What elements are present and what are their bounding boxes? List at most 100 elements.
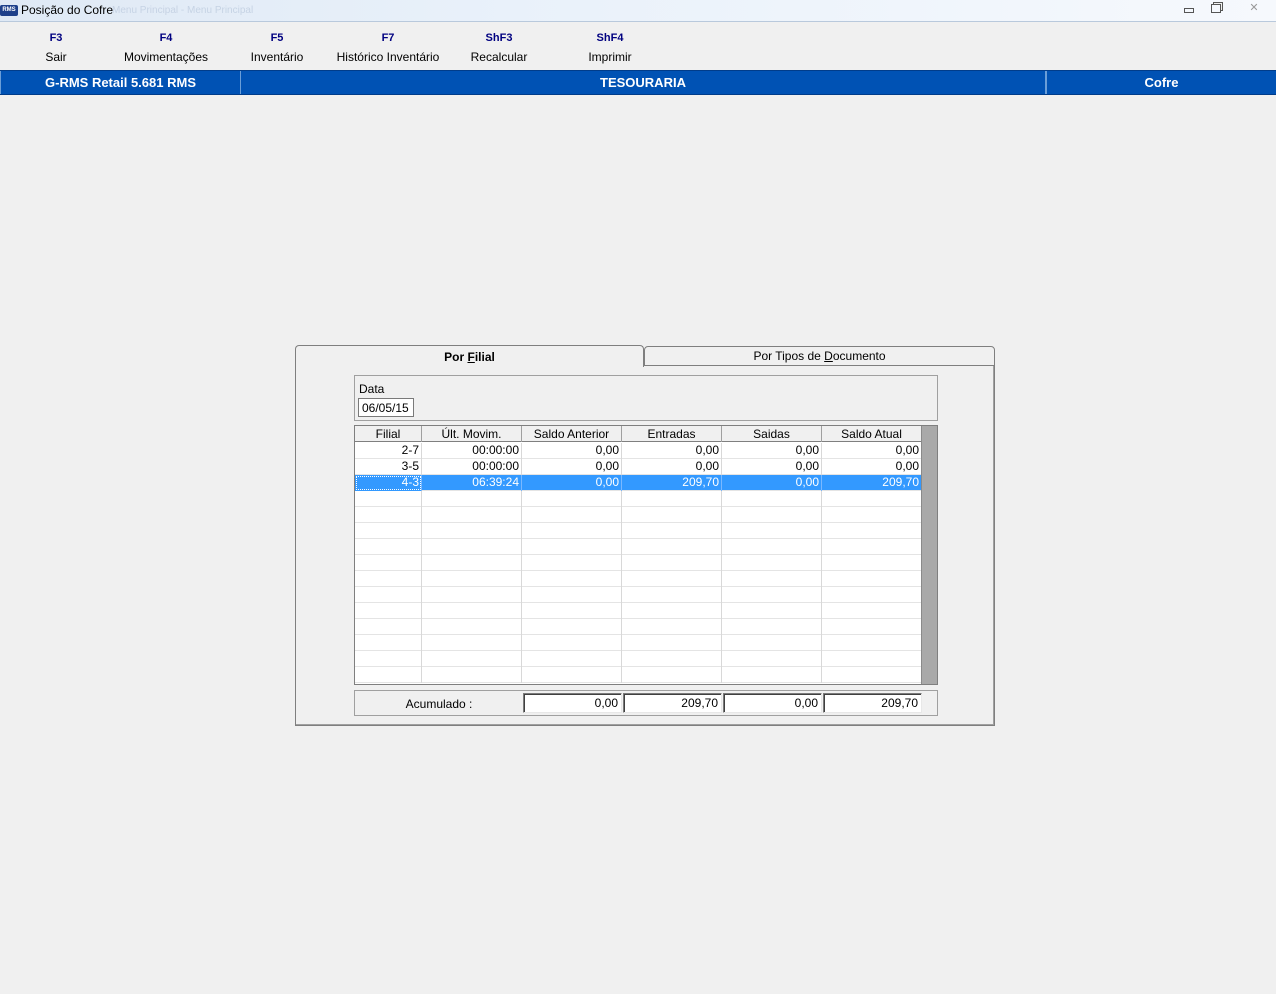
restore-icon [1210,4,1221,13]
table-cell [422,667,522,683]
fkey-recalcular-button[interactable]: ShF3 Recalcular [462,30,536,64]
empty-row[interactable] [355,555,922,571]
minimize-button[interactable] [1175,0,1202,18]
table-cell [522,539,622,555]
empty-row[interactable] [355,651,922,667]
fkey-inventario-button[interactable]: F5 Inventário [240,30,314,64]
table-cell [422,507,522,523]
table-row[interactable]: 4-3 06:39:24 0,00 209,70 0,00 209,70 [355,475,922,491]
table-cell [622,619,722,635]
table-cell [522,651,622,667]
tab-accelerator: D [824,349,833,363]
table-cell [722,507,822,523]
table-cell [622,523,722,539]
close-button[interactable]: ✕ [1236,0,1272,18]
tab-label: ocumento [832,349,886,363]
restore-button[interactable] [1202,0,1229,18]
empty-row[interactable] [355,571,922,587]
table-cell [822,619,922,635]
table-cell [722,667,822,683]
vertical-scrollbar[interactable] [921,426,937,684]
header-band: G-RMS Retail 5.681 RMS TESOURARIA Cofre [0,70,1276,95]
empty-row[interactable] [355,587,922,603]
system-name: G-RMS Retail 5.681 RMS [0,71,241,94]
function-key-toolbar: F3 Sair F4 Movimentações F5 Inventário F… [0,30,1276,68]
table-cell: 209,70 [622,475,722,491]
table-cell [822,491,922,507]
table-cell [622,587,722,603]
fkey-label: Recalcular [470,50,528,64]
accumulated-saidas: 0,00 [723,693,822,713]
table-cell [522,523,622,539]
table-cell: 4-3 [355,475,422,491]
table-cell [422,603,522,619]
table-cell [522,571,622,587]
accumulated-saldo-atual: 209,70 [823,693,922,713]
fkey-label: Movimentações [123,50,209,64]
column-header-ult-movim[interactable]: Últ. Movim. [422,426,522,442]
table-cell [622,635,722,651]
table-row[interactable]: 3-5 00:00:00 0,00 0,00 0,00 0,00 [355,459,922,475]
fkey-key: ShF4 [596,32,624,44]
table-cell [422,635,522,651]
date-input[interactable] [358,398,414,417]
fkey-movimentacoes-button[interactable]: F4 Movimentações [118,30,214,64]
table-cell [355,603,422,619]
table-cell [422,491,522,507]
table-cell [355,523,422,539]
empty-row[interactable] [355,507,922,523]
column-header-saldo-atual[interactable]: Saldo Atual [822,426,922,442]
close-icon: ✕ [1249,2,1259,14]
table-cell: 0,00 [522,475,622,491]
table-cell [722,571,822,587]
screen-name: Cofre [1046,71,1276,94]
fkey-sair-button[interactable]: F3 Sair [28,30,84,64]
table-cell: 0,00 [622,459,722,475]
empty-row[interactable] [355,619,922,635]
table-cell [622,571,722,587]
empty-row[interactable] [355,635,922,651]
fkey-historico-inventario-button[interactable]: F7 Histórico Inventário [330,30,446,64]
table-row[interactable]: 2-7 00:00:00 0,00 0,00 0,00 0,00 [355,443,922,459]
table-cell: 06:39:24 [422,475,522,491]
table-cell: 0,00 [522,459,622,475]
table-cell [422,539,522,555]
empty-row[interactable] [355,539,922,555]
table-cell [822,635,922,651]
table-cell [422,651,522,667]
table-cell [622,555,722,571]
fkey-imprimir-button[interactable]: ShF4 Imprimir [574,30,646,64]
empty-row[interactable] [355,603,922,619]
fkey-key: ShF3 [485,32,513,44]
table-cell [355,555,422,571]
table-cell [355,571,422,587]
table-cell: 00:00:00 [422,443,522,459]
date-label: Data [359,382,385,396]
table-cell [522,667,622,683]
table-cell: 00:00:00 [422,459,522,475]
table-cell [722,619,822,635]
empty-row[interactable] [355,523,922,539]
date-group: Data [354,375,938,421]
empty-row[interactable] [355,667,922,683]
table-cell [722,491,822,507]
tab-por-filial[interactable]: Por Filial [295,345,644,367]
table-cell [422,587,522,603]
column-header-saidas[interactable]: Saidas [722,426,822,442]
table-cell [355,651,422,667]
window-title: Posição do Cofre [21,3,114,17]
column-header-filial[interactable]: Filial [355,426,422,442]
empty-row[interactable] [355,491,922,507]
tab-accelerator: F [467,350,475,364]
filial-grid[interactable]: Filial Últ. Movim. Saldo Anterior Entrad… [354,425,938,685]
minimize-icon [1183,8,1194,13]
column-header-entradas[interactable]: Entradas [622,426,722,442]
table-cell [522,555,622,571]
column-header-saldo-anterior[interactable]: Saldo Anterior [522,426,622,442]
tab-por-tipos-de-documento[interactable]: Por Tipos de Documento [644,346,995,366]
accumulated-entradas: 209,70 [623,693,722,713]
table-cell [622,539,722,555]
fkey-key: F3 [49,32,63,44]
table-cell [522,619,622,635]
table-cell [822,523,922,539]
